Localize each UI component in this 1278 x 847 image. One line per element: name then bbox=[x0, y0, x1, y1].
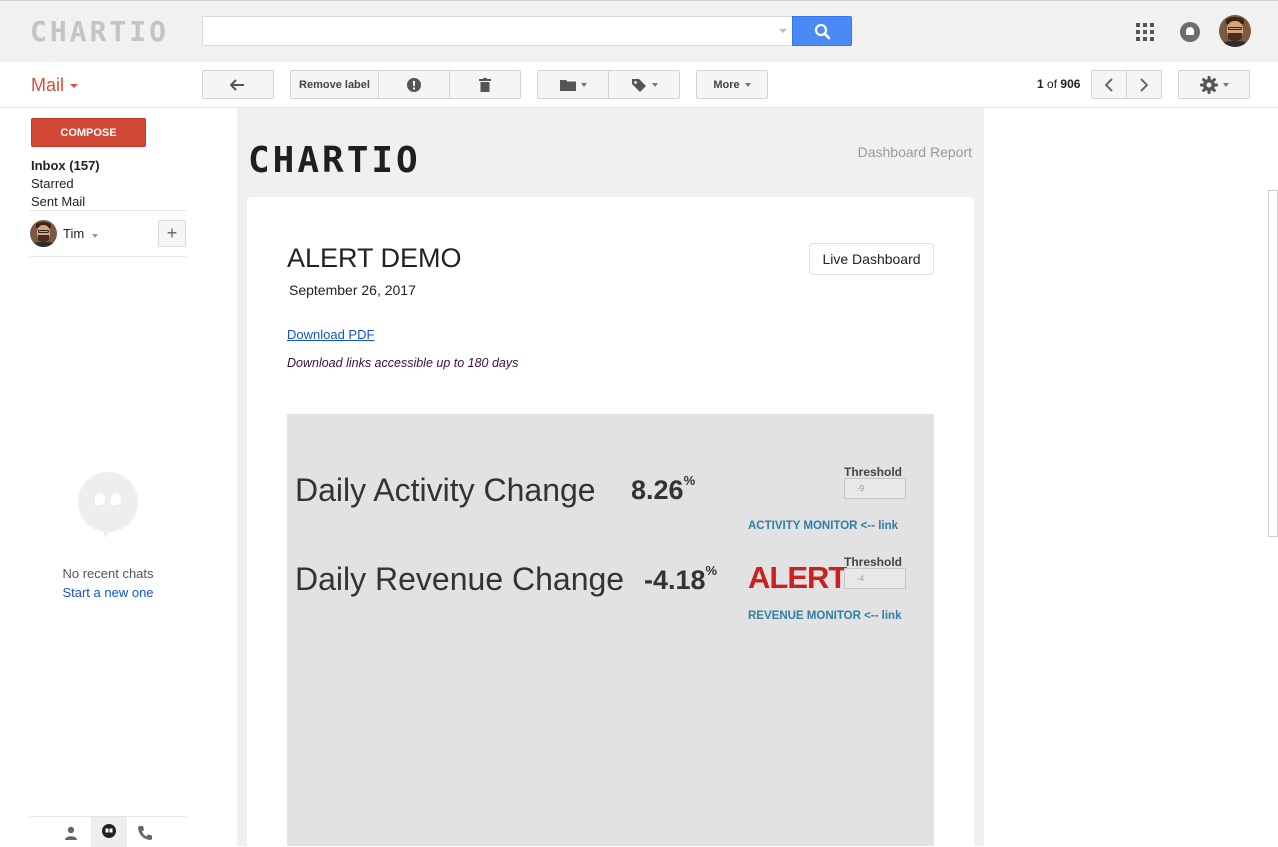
search-box bbox=[202, 16, 793, 46]
sidebar-item-inbox[interactable]: Inbox (157) bbox=[31, 157, 100, 175]
chevron-down-icon bbox=[1222, 82, 1229, 87]
metric-value-activity: 8.26% bbox=[631, 473, 696, 506]
search-options-chevron-icon[interactable] bbox=[779, 29, 787, 33]
top-bar: CHARTIO bbox=[0, 0, 1278, 62]
search-button[interactable] bbox=[792, 16, 852, 46]
pager-current: 1 bbox=[1037, 77, 1044, 91]
chat-bottom-tabs bbox=[30, 816, 186, 847]
hangouts-tab-icon bbox=[102, 824, 116, 838]
report-date: September 26, 2017 bbox=[289, 282, 416, 298]
hangouts-tab[interactable] bbox=[91, 817, 127, 847]
reply-icon bbox=[230, 78, 244, 91]
user-avatar[interactable] bbox=[30, 220, 57, 247]
back-button[interactable] bbox=[202, 70, 274, 99]
chevron-down-icon bbox=[744, 82, 751, 87]
search-input[interactable] bbox=[203, 17, 793, 45]
report-spam-icon bbox=[407, 77, 421, 92]
threshold-label-revenue: Threshold bbox=[844, 555, 903, 569]
threshold-input-activity: -9 bbox=[844, 478, 906, 499]
scrollbar[interactable] bbox=[1268, 190, 1278, 537]
alert-badge: ALERT bbox=[748, 560, 847, 595]
app-logo[interactable]: CHARTIO bbox=[30, 15, 169, 48]
phone-icon[interactable] bbox=[137, 825, 153, 841]
metric-value-revenue: -4.18% bbox=[644, 563, 718, 596]
mail-menu[interactable]: Mail bbox=[31, 75, 79, 96]
compose-button[interactable]: COMPOSE bbox=[31, 118, 146, 147]
apps-icon[interactable] bbox=[1136, 23, 1154, 41]
metric-value-revenue-number: -4.18 bbox=[644, 565, 706, 595]
contacts-icon[interactable] bbox=[63, 825, 79, 841]
mail-menu-label: Mail bbox=[31, 75, 65, 95]
search-icon bbox=[814, 23, 831, 40]
chevron-left-icon bbox=[1105, 77, 1113, 92]
live-dashboard-button[interactable]: Live Dashboard bbox=[809, 243, 934, 275]
metric-unit: % bbox=[705, 563, 718, 578]
metric-label-activity: Daily Activity Change bbox=[295, 472, 596, 508]
account-avatar[interactable] bbox=[1219, 15, 1251, 47]
remove-label-text: Remove label bbox=[299, 78, 370, 91]
sidebar: COMPOSE Inbox (157) Starred Sent Mail Ti… bbox=[0, 108, 237, 847]
download-note: Download links accessible up to 180 days bbox=[287, 356, 519, 370]
metric-unit: % bbox=[683, 473, 696, 488]
user-name: Tim bbox=[63, 226, 85, 241]
download-pdf-link[interactable]: Download PDF bbox=[287, 327, 374, 342]
no-recent-chats-text: No recent chats bbox=[62, 566, 154, 581]
revenue-monitor-link[interactable]: REVENUE MONITOR <-- link bbox=[748, 610, 901, 622]
more-label: More bbox=[713, 78, 740, 91]
right-pane bbox=[984, 108, 1278, 846]
user-menu[interactable]: Tim bbox=[63, 226, 98, 241]
chevron-down-icon bbox=[580, 82, 587, 87]
threshold-input-revenue: -4 bbox=[844, 568, 906, 589]
chevron-right-icon bbox=[1140, 77, 1148, 92]
activity-monitor-link[interactable]: ACTIVITY MONITOR <-- link bbox=[748, 520, 898, 532]
mail-toolbar: Mail Remove label More 1 of 906 bbox=[0, 62, 1278, 108]
gear-icon bbox=[1199, 75, 1218, 94]
more-button[interactable]: More bbox=[696, 70, 768, 99]
threshold-label-activity: Threshold bbox=[844, 465, 903, 479]
label-icon bbox=[631, 78, 646, 92]
delete-button[interactable] bbox=[449, 70, 521, 99]
email-logo: CHARTIO bbox=[248, 140, 421, 181]
metric-label-revenue: Daily Revenue Change bbox=[295, 561, 625, 597]
dashboard-title: ALERT DEMO bbox=[287, 243, 462, 273]
divider bbox=[30, 210, 186, 211]
folder-icon bbox=[559, 79, 576, 91]
chevron-down-icon bbox=[651, 82, 658, 87]
delete-icon bbox=[479, 77, 491, 92]
notifications-icon[interactable] bbox=[1180, 22, 1200, 42]
move-to-button[interactable] bbox=[537, 70, 609, 99]
pager-total: 906 bbox=[1060, 77, 1081, 91]
pager-of: of bbox=[1047, 77, 1058, 91]
folder-list: Inbox (157) Starred Sent Mail bbox=[31, 157, 100, 211]
sidebar-item-sent-mail[interactable]: Sent Mail bbox=[31, 193, 100, 211]
pager-count: 1 of 906 bbox=[1037, 77, 1080, 91]
report-type-label: Dashboard Report bbox=[857, 144, 972, 160]
settings-button[interactable] bbox=[1178, 70, 1250, 99]
chevron-down-icon bbox=[91, 234, 98, 238]
newer-button[interactable] bbox=[1091, 70, 1127, 99]
start-new-chat-link[interactable]: Start a new one bbox=[0, 585, 216, 600]
report-spam-button[interactable] bbox=[378, 70, 450, 99]
chevron-down-icon bbox=[70, 84, 79, 89]
hangouts-icon bbox=[78, 472, 138, 538]
remove-label-button[interactable]: Remove label bbox=[290, 70, 379, 99]
metric-value-activity-number: 8.26 bbox=[631, 475, 684, 505]
older-button[interactable] bbox=[1126, 70, 1162, 99]
sidebar-item-starred[interactable]: Starred bbox=[31, 175, 100, 193]
divider bbox=[30, 256, 186, 257]
new-chat-button[interactable]: + bbox=[158, 220, 186, 247]
labels-button[interactable] bbox=[608, 70, 680, 99]
